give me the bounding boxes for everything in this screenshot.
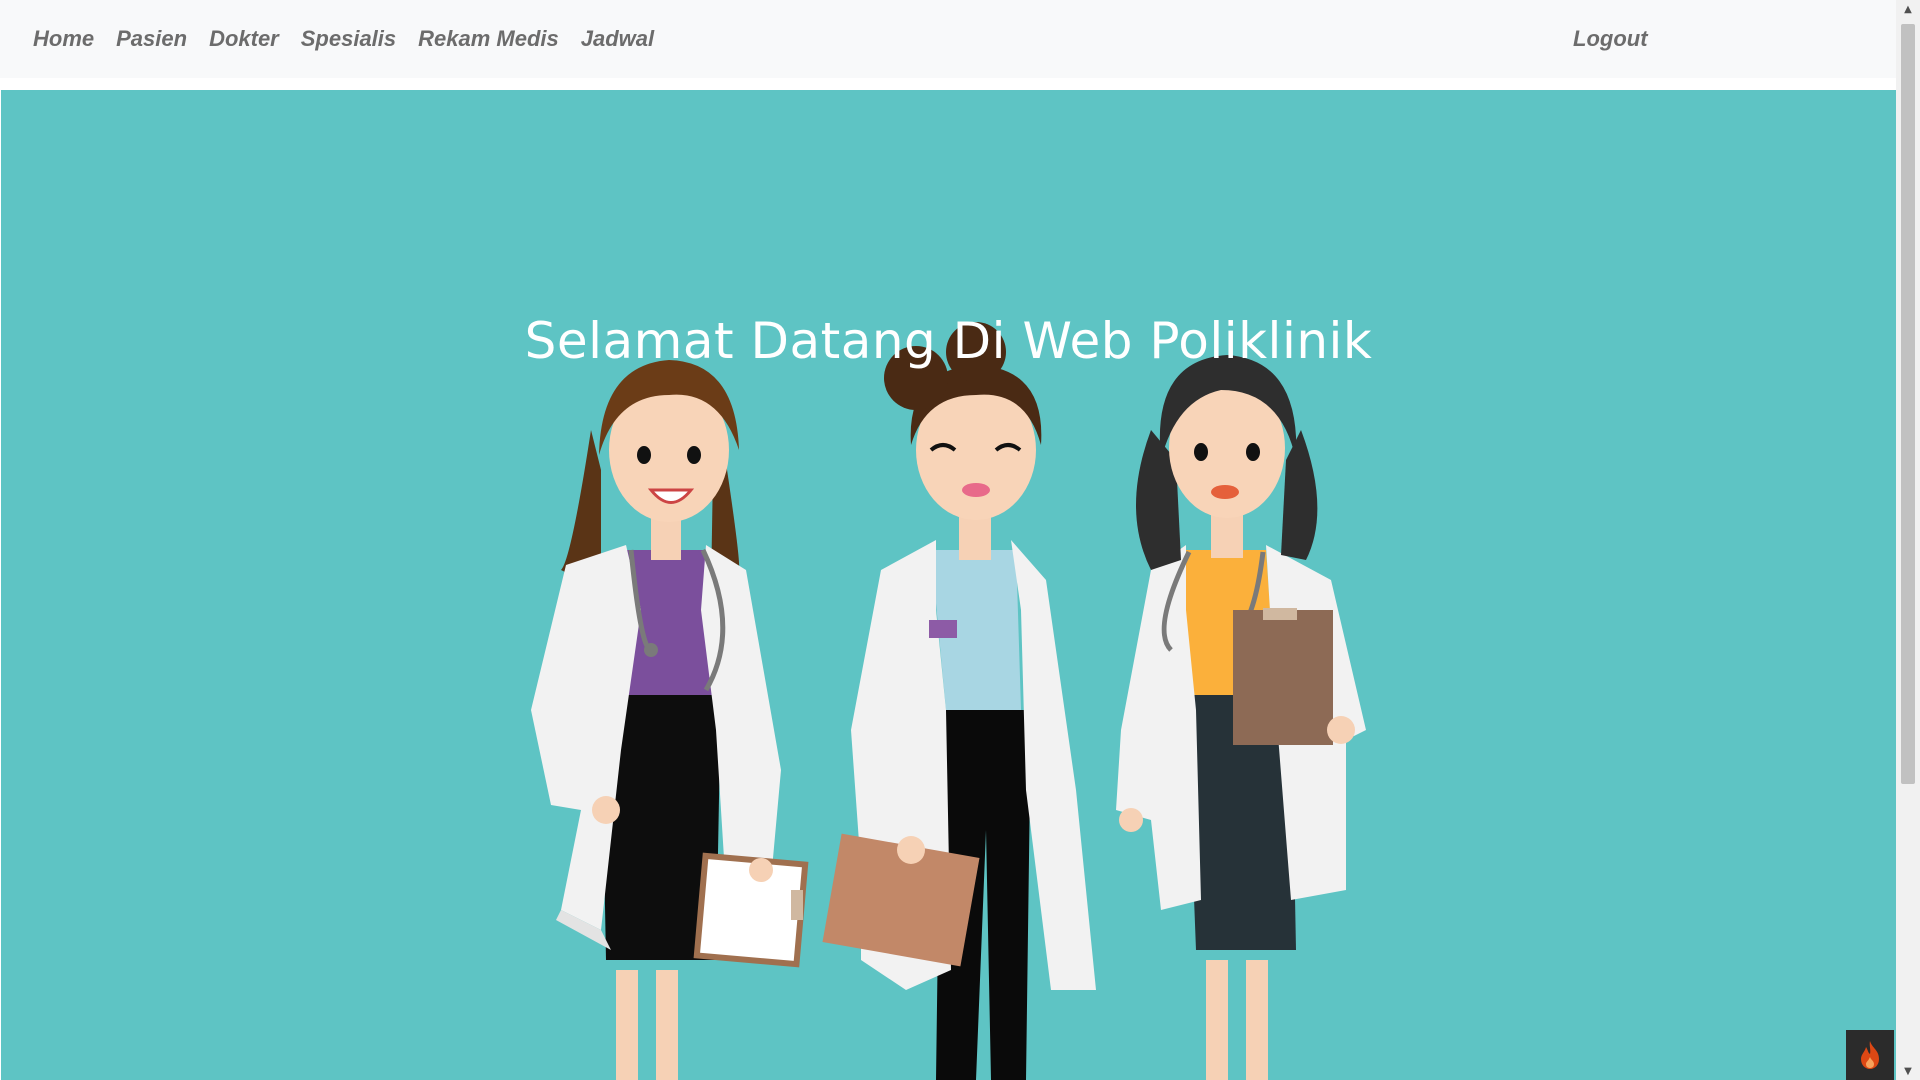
doctor-right-figure: [1116, 355, 1366, 1080]
hero-title: Selamat Datang Di Web Poliklinik: [524, 312, 1373, 370]
page: Home Pasien Dokter Spesialis Rekam Medis…: [0, 0, 1920, 1080]
nav-spesialis-link[interactable]: Spesialis: [301, 26, 396, 52]
vertical-scrollbar[interactable]: ▲ ▼: [1896, 0, 1920, 1080]
nav-rekam-medis-link[interactable]: Rekam Medis: [418, 26, 559, 52]
navbar-divider: [0, 78, 1896, 90]
nav-jadwal-link[interactable]: Jadwal: [581, 26, 654, 52]
nav-home-link[interactable]: Home: [33, 26, 94, 52]
debug-toolbar-button[interactable]: [1846, 1030, 1894, 1080]
nav-pasien-link[interactable]: Pasien: [116, 26, 187, 52]
doctors-illustration: [531, 322, 1366, 1080]
doctor-left-figure: [531, 360, 809, 1080]
doctor-center-figure: [822, 322, 1096, 1080]
nav-dokter-link[interactable]: Dokter: [209, 26, 279, 52]
nav-right: Logout: [1573, 0, 1648, 78]
nav-menu: Home Pasien Dokter Spesialis Rekam Medis…: [33, 26, 654, 52]
scroll-thumb[interactable]: [1901, 24, 1915, 784]
scroll-up-arrow-icon[interactable]: ▲: [1896, 0, 1920, 18]
flame-icon: [1861, 1041, 1879, 1069]
hero-section: Selamat Datang Di Web Poliklinik: [1, 90, 1896, 1080]
scroll-down-arrow-icon[interactable]: ▼: [1896, 1062, 1920, 1080]
logout-link[interactable]: Logout: [1573, 26, 1648, 52]
top-navbar: Home Pasien Dokter Spesialis Rekam Medis…: [0, 0, 1896, 78]
